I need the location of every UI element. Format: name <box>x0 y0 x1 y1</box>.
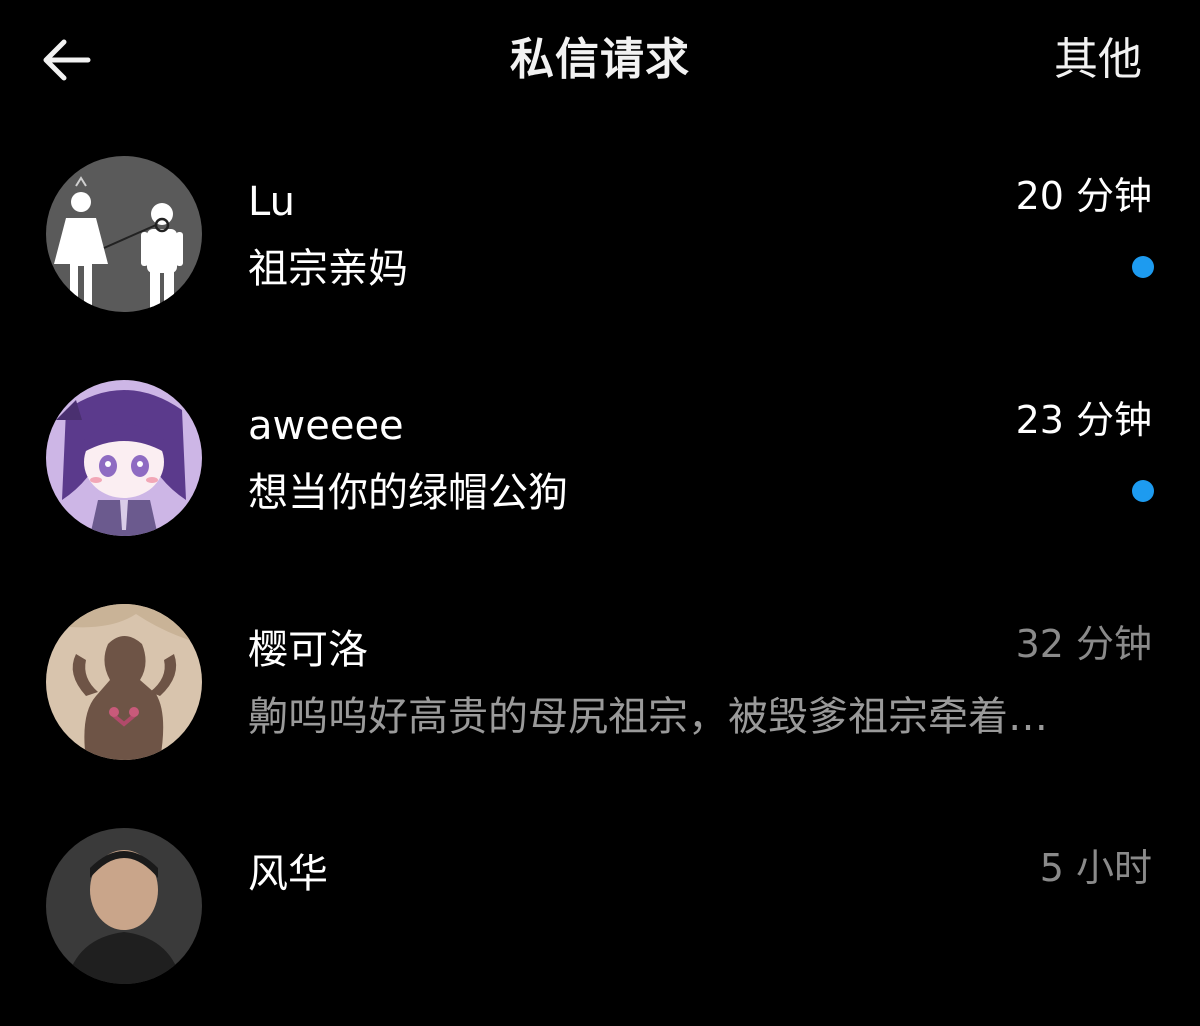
avatar[interactable] <box>46 604 202 760</box>
unread-indicator <box>1132 256 1154 278</box>
header: 私信请求 其他 <box>0 0 1200 120</box>
anime-girl-avatar <box>46 380 202 536</box>
unread-indicator <box>1132 480 1154 502</box>
conversation-name: aweeee <box>248 403 404 449</box>
conversation-time: 23 分钟 <box>1015 398 1152 442</box>
restroom-sign-avatar <box>46 156 202 312</box>
conversation-preview: 齁呜呜好高贵的母尻祖宗，被毁爹祖宗牵着… <box>248 694 1048 740</box>
avatar[interactable] <box>46 380 202 536</box>
page-title: 私信请求 <box>510 34 690 85</box>
conversation-row[interactable]: Lu 祖宗亲妈 20 分钟 <box>0 130 1200 354</box>
conversation-time: 32 分钟 <box>1015 622 1152 666</box>
conversation-preview: 祖宗亲妈 <box>248 246 408 292</box>
avatar[interactable] <box>46 156 202 312</box>
conversation-time: 5 小时 <box>1039 846 1152 890</box>
conversation-name: 风华 <box>248 851 328 897</box>
silhouette-avatar <box>46 604 202 760</box>
other-button[interactable]: 其他 <box>1054 32 1142 88</box>
conversation-row[interactable]: 风华 5 小时 <box>0 802 1200 1026</box>
man-photo-avatar <box>46 828 202 984</box>
avatar[interactable] <box>46 828 202 984</box>
conversation-row[interactable]: aweeee 想当你的绿帽公狗 23 分钟 <box>0 354 1200 578</box>
conversation-row[interactable]: 樱可洛 齁呜呜好高贵的母尻祖宗，被毁爹祖宗牵着… 32 分钟 <box>0 578 1200 802</box>
conversation-time: 20 分钟 <box>1015 174 1152 218</box>
conversation-preview: 想当你的绿帽公狗 <box>248 470 568 516</box>
conversation-name: 樱可洛 <box>248 627 368 673</box>
conversation-name: Lu <box>248 179 295 225</box>
